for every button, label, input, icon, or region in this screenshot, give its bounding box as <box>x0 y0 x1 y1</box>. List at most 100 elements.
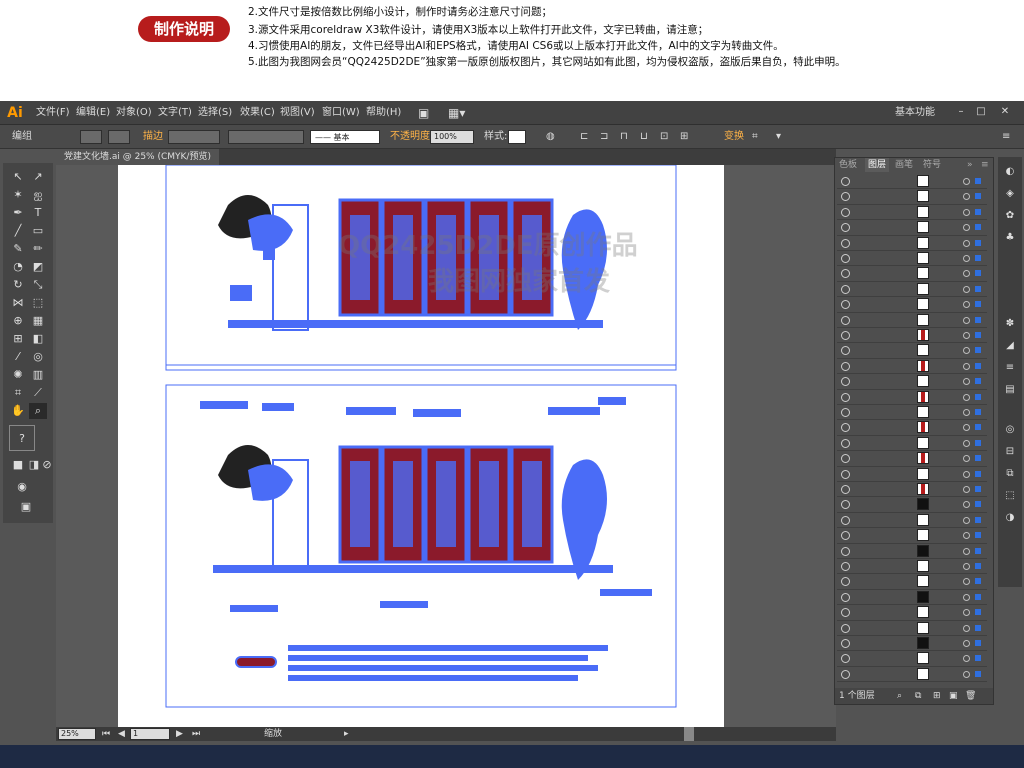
selection-indicator[interactable] <box>975 624 981 631</box>
selection-indicator[interactable] <box>975 563 981 569</box>
menu-file[interactable]: 文件(F) <box>36 101 70 125</box>
selection-indicator[interactable] <box>975 655 981 662</box>
recolor-icon[interactable]: ◍ <box>546 129 555 145</box>
visibility-eye-icon[interactable] <box>841 485 850 494</box>
layer-row[interactable] <box>837 251 987 267</box>
none-mode-icon[interactable]: ⊘ <box>41 457 53 473</box>
zoom-tool-icon[interactable]: ⌕ <box>29 403 47 419</box>
visibility-eye-icon[interactable] <box>841 500 850 510</box>
layer-row[interactable] <box>837 313 987 328</box>
visibility-eye-icon[interactable] <box>841 423 850 433</box>
align-bottom-icon[interactable]: ⊞ <box>680 129 688 145</box>
slice-tool-icon[interactable]: ⟋ <box>29 385 47 401</box>
visibility-eye-icon[interactable] <box>841 408 850 417</box>
visibility-eye-icon[interactable] <box>841 223 850 233</box>
screen-mode-icon[interactable]: ▣ <box>17 499 35 515</box>
layer-row[interactable] <box>837 467 987 482</box>
target-icon[interactable] <box>963 640 970 647</box>
target-icon[interactable] <box>963 486 970 493</box>
target-icon[interactable] <box>963 316 970 324</box>
layer-row[interactable] <box>837 359 987 375</box>
visibility-eye-icon[interactable] <box>841 577 850 587</box>
target-icon[interactable] <box>963 593 970 601</box>
layer-row[interactable] <box>837 205 987 221</box>
brush-dropdown[interactable]: —— 基本 <box>310 130 380 144</box>
layer-row[interactable] <box>837 297 987 313</box>
menu-select[interactable]: 选择(S) <box>198 101 232 125</box>
selection-indicator[interactable] <box>975 609 981 616</box>
symbol-sprayer-tool-icon[interactable]: ✺ <box>9 367 27 383</box>
visibility-eye-icon[interactable] <box>841 546 850 556</box>
symbols-panel-icon[interactable]: ♣ <box>1002 231 1018 245</box>
layer-row[interactable] <box>837 436 987 452</box>
selection-indicator[interactable] <box>975 516 981 523</box>
rotate-tool-icon[interactable]: ↻ <box>9 277 27 293</box>
selection-indicator[interactable] <box>975 270 981 277</box>
selection-indicator[interactable] <box>975 208 981 215</box>
minimize-button[interactable]: – <box>952 105 970 119</box>
layer-row[interactable] <box>837 559 987 575</box>
delete-layer-icon[interactable]: 🗑 <box>965 688 976 704</box>
layer-row[interactable] <box>837 513 987 529</box>
selection-indicator[interactable] <box>975 239 981 246</box>
selection-indicator[interactable] <box>975 285 981 292</box>
pen-tool-icon[interactable]: ✒ <box>9 205 27 221</box>
brushes-panel-icon[interactable]: ✿ <box>1002 209 1018 223</box>
rectangle-tool-icon[interactable]: ▭ <box>29 223 47 239</box>
visibility-eye-icon[interactable] <box>841 562 850 571</box>
layer-row[interactable] <box>837 266 987 282</box>
target-icon[interactable] <box>963 224 970 232</box>
visibility-eye-icon[interactable] <box>841 269 850 279</box>
pencil-tool-icon[interactable]: ✏ <box>29 241 47 257</box>
shape-builder-tool-icon[interactable]: ⊕ <box>9 313 27 329</box>
lasso-tool-icon[interactable]: ஐ <box>29 187 47 203</box>
menu-edit[interactable]: 编辑(E) <box>76 101 110 125</box>
layers-stack-icon[interactable]: ◈ <box>1002 187 1018 201</box>
selection-indicator[interactable] <box>975 301 981 308</box>
control-menu-icon[interactable]: ▾ <box>776 129 781 145</box>
width-tool-icon[interactable]: ⋈ <box>9 295 27 311</box>
layer-row[interactable] <box>837 482 987 498</box>
stroke-weight-dropdown[interactable] <box>168 130 220 144</box>
layer-row[interactable] <box>837 651 987 667</box>
visibility-eye-icon[interactable] <box>841 177 850 186</box>
visibility-eye-icon[interactable] <box>841 377 850 387</box>
next-artboard-icon[interactable]: ▶ <box>176 727 183 741</box>
magic-wand-tool-icon[interactable]: ✶ <box>9 187 27 203</box>
arrange-documents-icon[interactable]: ▦▾ <box>448 101 468 125</box>
visibility-eye-icon[interactable] <box>841 207 850 217</box>
hand-tool-icon[interactable]: ✋ <box>9 403 27 419</box>
target-icon[interactable] <box>963 501 970 509</box>
target-icon[interactable] <box>963 563 970 570</box>
selection-indicator[interactable] <box>975 362 981 369</box>
visibility-eye-icon[interactable] <box>841 331 850 340</box>
mesh-tool-icon[interactable]: ⊞ <box>9 331 27 347</box>
visibility-eye-icon[interactable] <box>841 669 850 679</box>
last-artboard-icon[interactable]: ⏭ <box>192 727 200 741</box>
target-icon[interactable] <box>963 624 970 632</box>
target-icon[interactable] <box>963 347 970 355</box>
stroke-panel-icon[interactable]: ≡ <box>1002 361 1018 375</box>
new-sublayer-icon[interactable]: ⊞ <box>933 688 941 704</box>
perspective-grid-tool-icon[interactable]: ▦ <box>29 313 47 329</box>
target-icon[interactable] <box>963 578 970 586</box>
target-icon[interactable] <box>963 362 970 370</box>
scale-tool-icon[interactable]: ⤡ <box>29 277 47 293</box>
layer-row[interactable] <box>837 174 987 190</box>
layer-row[interactable] <box>837 590 987 606</box>
visibility-eye-icon[interactable] <box>841 346 850 356</box>
target-icon[interactable] <box>963 178 970 185</box>
graphic-styles-icon[interactable]: ✽ <box>1002 317 1018 331</box>
gradient-tool-icon[interactable]: ◧ <box>29 331 47 347</box>
selection-indicator[interactable] <box>975 193 981 200</box>
menu-object[interactable]: 对象(O) <box>116 101 152 125</box>
visibility-eye-icon[interactable] <box>841 438 850 448</box>
selection-indicator[interactable] <box>975 640 981 646</box>
selection-indicator[interactable] <box>975 547 981 554</box>
target-icon[interactable] <box>963 285 970 293</box>
tab-layers[interactable]: 图层 <box>865 158 890 172</box>
stroke-label[interactable]: 描边 <box>143 129 163 145</box>
align-right-icon[interactable]: ⊓ <box>620 129 628 145</box>
selection-indicator[interactable] <box>975 439 981 446</box>
visibility-eye-icon[interactable] <box>841 361 850 371</box>
